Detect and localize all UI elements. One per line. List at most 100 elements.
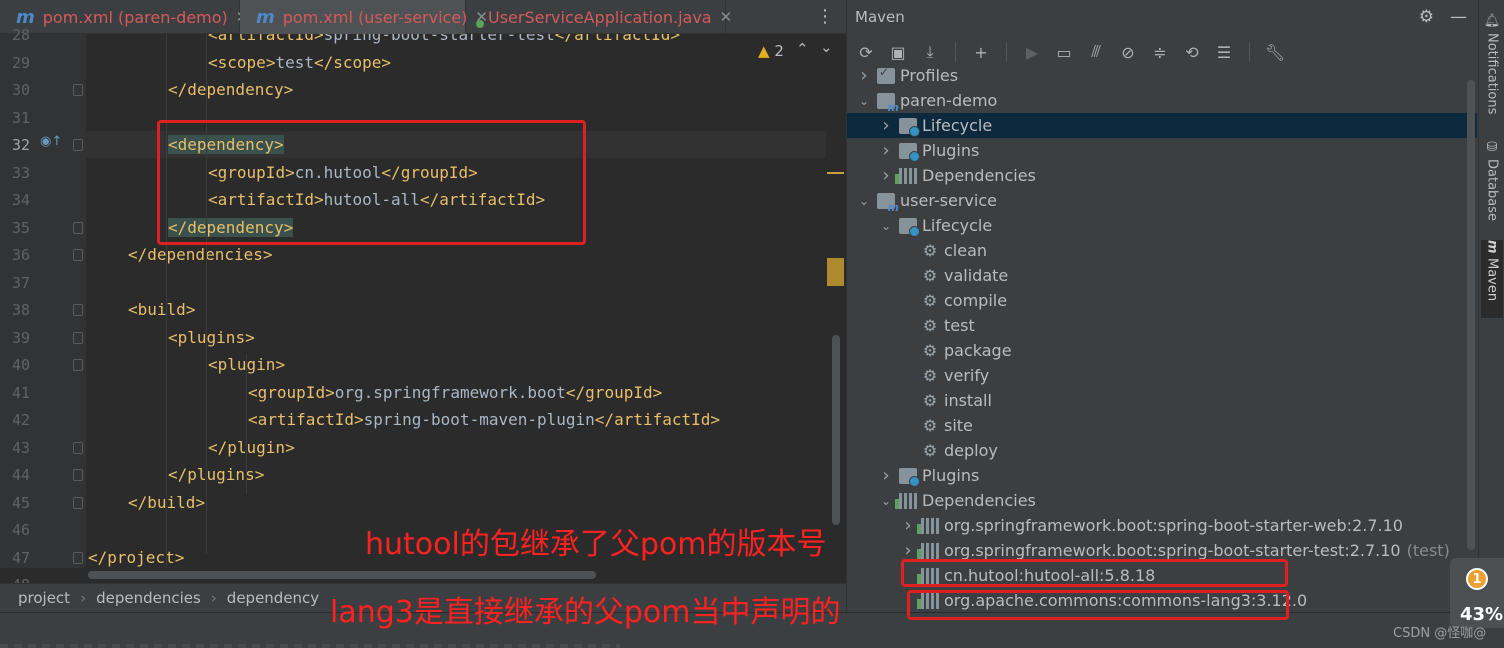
close-icon[interactable]: ✕: [720, 8, 733, 26]
code-line: </plugin>: [86, 434, 826, 461]
breadcrumb-item-project[interactable]: project: [18, 589, 70, 607]
reload-icon[interactable]: ⟳: [855, 41, 877, 63]
chevron-up-icon[interactable]: ⌃: [796, 40, 809, 58]
fold-marker-icon[interactable]: [73, 496, 83, 509]
xml-tag: >: [670, 34, 681, 44]
tree-node-package[interactable]: ⚙ package: [847, 338, 1477, 363]
chevron-down-icon[interactable]: ⌄: [879, 219, 893, 233]
xml-tag: >: [710, 410, 721, 429]
chevron-right-icon[interactable]: ›: [857, 65, 871, 86]
chevron-down-icon[interactable]: ⌄: [857, 194, 871, 208]
library-icon: [917, 542, 939, 559]
add-icon[interactable]: +: [970, 41, 992, 63]
fold-marker-icon[interactable]: [73, 331, 83, 344]
skip-tests-icon[interactable]: ⊘: [1117, 41, 1139, 63]
tree-node-compile[interactable]: ⚙ compile: [847, 288, 1477, 313]
tree-node-paren-demo[interactable]: ⌄ paren-demo: [847, 88, 1477, 114]
collapse-all-icon[interactable]: ≑: [1149, 41, 1171, 63]
fold-marker-icon[interactable]: [73, 139, 83, 151]
chevron-right-icon[interactable]: ›: [879, 165, 893, 186]
execute-goal-icon[interactable]: ▭: [1053, 41, 1075, 63]
tree-node-lifecycle[interactable]: › Lifecycle: [847, 113, 1477, 138]
fold-marker-icon[interactable]: [73, 304, 83, 316]
show-dependencies-icon[interactable]: ⟲: [1181, 41, 1203, 63]
xml-tag: groupId: [585, 382, 653, 402]
tree-node-org-springframework-boot-spring-boot-starter-web-2-7-10[interactable]: › org.springframework.boot:spring-boot-st…: [847, 513, 1477, 538]
tab-user-service-application[interactable]: UserServiceApplication.java ✕: [466, 0, 732, 34]
tree-node-deploy[interactable]: ⚙ deploy: [847, 438, 1477, 463]
tree-node-label: deploy: [944, 441, 998, 460]
code-area[interactable]: <artifactId>spring-boot-starter-test</ar…: [86, 34, 826, 568]
tab-pom-user-service[interactable]: m pom.xml (user-service) ✕: [240, 0, 488, 34]
tree-node-clean[interactable]: ⚙ clean: [847, 238, 1477, 263]
fold-marker-icon[interactable]: [73, 469, 83, 481]
analyze-icon[interactable]: ☰: [1213, 41, 1235, 63]
tree-node-label: Dependencies: [922, 166, 1036, 185]
line-number: 34: [12, 191, 31, 209]
code-line: <artifactId>spring-boot-maven-plugin</ar…: [86, 406, 826, 433]
tree-node-dependencies[interactable]: › Dependencies: [847, 163, 1477, 188]
chevron-down-icon[interactable]: ⌄: [879, 494, 893, 508]
maven-toolbar: ⟳ ▣ ⤓ + ▶ ▭ ⫻ ⊘ ≑ ⟲ ☰ 🔧︎: [847, 38, 1479, 66]
tree-node-install[interactable]: ⚙ install: [847, 388, 1477, 413]
chevron-right-icon[interactable]: ›: [879, 140, 893, 161]
tree-node-site[interactable]: ⚙ site: [847, 413, 1477, 438]
xml-tag: </: [128, 492, 148, 512]
line-number: 30: [12, 81, 31, 99]
chevron-right-icon[interactable]: ›: [879, 465, 893, 486]
notification-badge[interactable]: 1: [1466, 568, 1488, 590]
side-tab-label: Notifications: [1484, 32, 1500, 114]
editor-horizontal-scrollbar[interactable]: [88, 571, 596, 579]
xml-tag: >: [195, 492, 206, 512]
inspection-widget[interactable]: ▲ 2: [758, 42, 784, 60]
override-gutter-icon[interactable]: ◉↑: [40, 134, 62, 149]
side-tab-maven[interactable]: m Maven: [1481, 240, 1503, 318]
breadcrumb-item-dependency[interactable]: dependency: [227, 589, 319, 607]
xml-tag: >: [285, 437, 295, 457]
side-tab-database[interactable]: ⛁ Database: [1481, 140, 1503, 226]
tree-node-dependencies[interactable]: ⌄ Dependencies: [847, 488, 1477, 513]
tree-node-user-service[interactable]: ⌄ user-service: [847, 188, 1477, 214]
fold-marker-icon[interactable]: [73, 359, 83, 371]
toolbar-divider: [1006, 42, 1007, 62]
chevron-down-icon[interactable]: ⌄: [857, 94, 871, 108]
chevron-down-icon[interactable]: ⌄: [820, 38, 833, 56]
xml-text: spring-boot-maven-plugin: [363, 410, 595, 429]
download-icon[interactable]: ⤓: [919, 41, 941, 63]
tree-node-verify[interactable]: ⚙ verify: [847, 363, 1477, 388]
side-tab-label: Database: [1484, 159, 1500, 222]
xml-element: </dependency>: [168, 80, 293, 99]
editor-vertical-scrollbar[interactable]: [832, 335, 840, 525]
chevron-right-icon[interactable]: ›: [901, 540, 915, 561]
breadcrumb-item-dependencies[interactable]: dependencies: [96, 589, 201, 607]
fold-marker-icon[interactable]: [73, 441, 83, 454]
side-tab-notifications[interactable]: 🔔︎ Notifications: [1481, 12, 1503, 122]
wrench-icon[interactable]: 🔧︎: [1264, 41, 1286, 63]
fold-marker-icon[interactable]: [73, 551, 83, 564]
chevron-right-icon[interactable]: ›: [901, 515, 915, 536]
tree-node-plugins[interactable]: › Plugins: [847, 463, 1477, 488]
tree-node-plugins[interactable]: › Plugins: [847, 138, 1477, 163]
fold-marker-icon[interactable]: [73, 249, 83, 261]
xml-element: </plugin>: [208, 438, 295, 457]
tree-node-lifecycle[interactable]: ⌄ Lifecycle: [847, 213, 1477, 238]
fold-marker-icon[interactable]: [73, 84, 83, 96]
gear-icon[interactable]: ⚙: [1419, 7, 1434, 27]
minimize-icon[interactable]: —: [1450, 7, 1467, 27]
chevron-right-icon[interactable]: ›: [879, 115, 893, 136]
dependency-scope: (test): [1406, 541, 1450, 560]
more-tabs-icon[interactable]: ⋮: [816, 6, 834, 27]
toggle-offline-icon[interactable]: ⫻: [1085, 41, 1107, 63]
fold-marker-icon[interactable]: [73, 221, 83, 234]
gear-icon: ⚙: [922, 315, 938, 335]
tree-node-test[interactable]: ⚙ test: [847, 313, 1477, 338]
tree-node-validate[interactable]: ⚙ validate: [847, 263, 1477, 288]
gear-icon: ⚙: [922, 340, 938, 360]
xml-text: test: [275, 52, 314, 72]
annotation-box-lang3: [907, 590, 1289, 620]
maven-tree-scrollbar[interactable]: [1467, 80, 1475, 550]
tree-node-profiles[interactable]: › Profiles: [847, 64, 1477, 88]
run-icon[interactable]: ▶: [1021, 41, 1043, 63]
generate-sources-icon[interactable]: ▣: [887, 41, 909, 63]
xml-tag: <: [208, 355, 218, 374]
